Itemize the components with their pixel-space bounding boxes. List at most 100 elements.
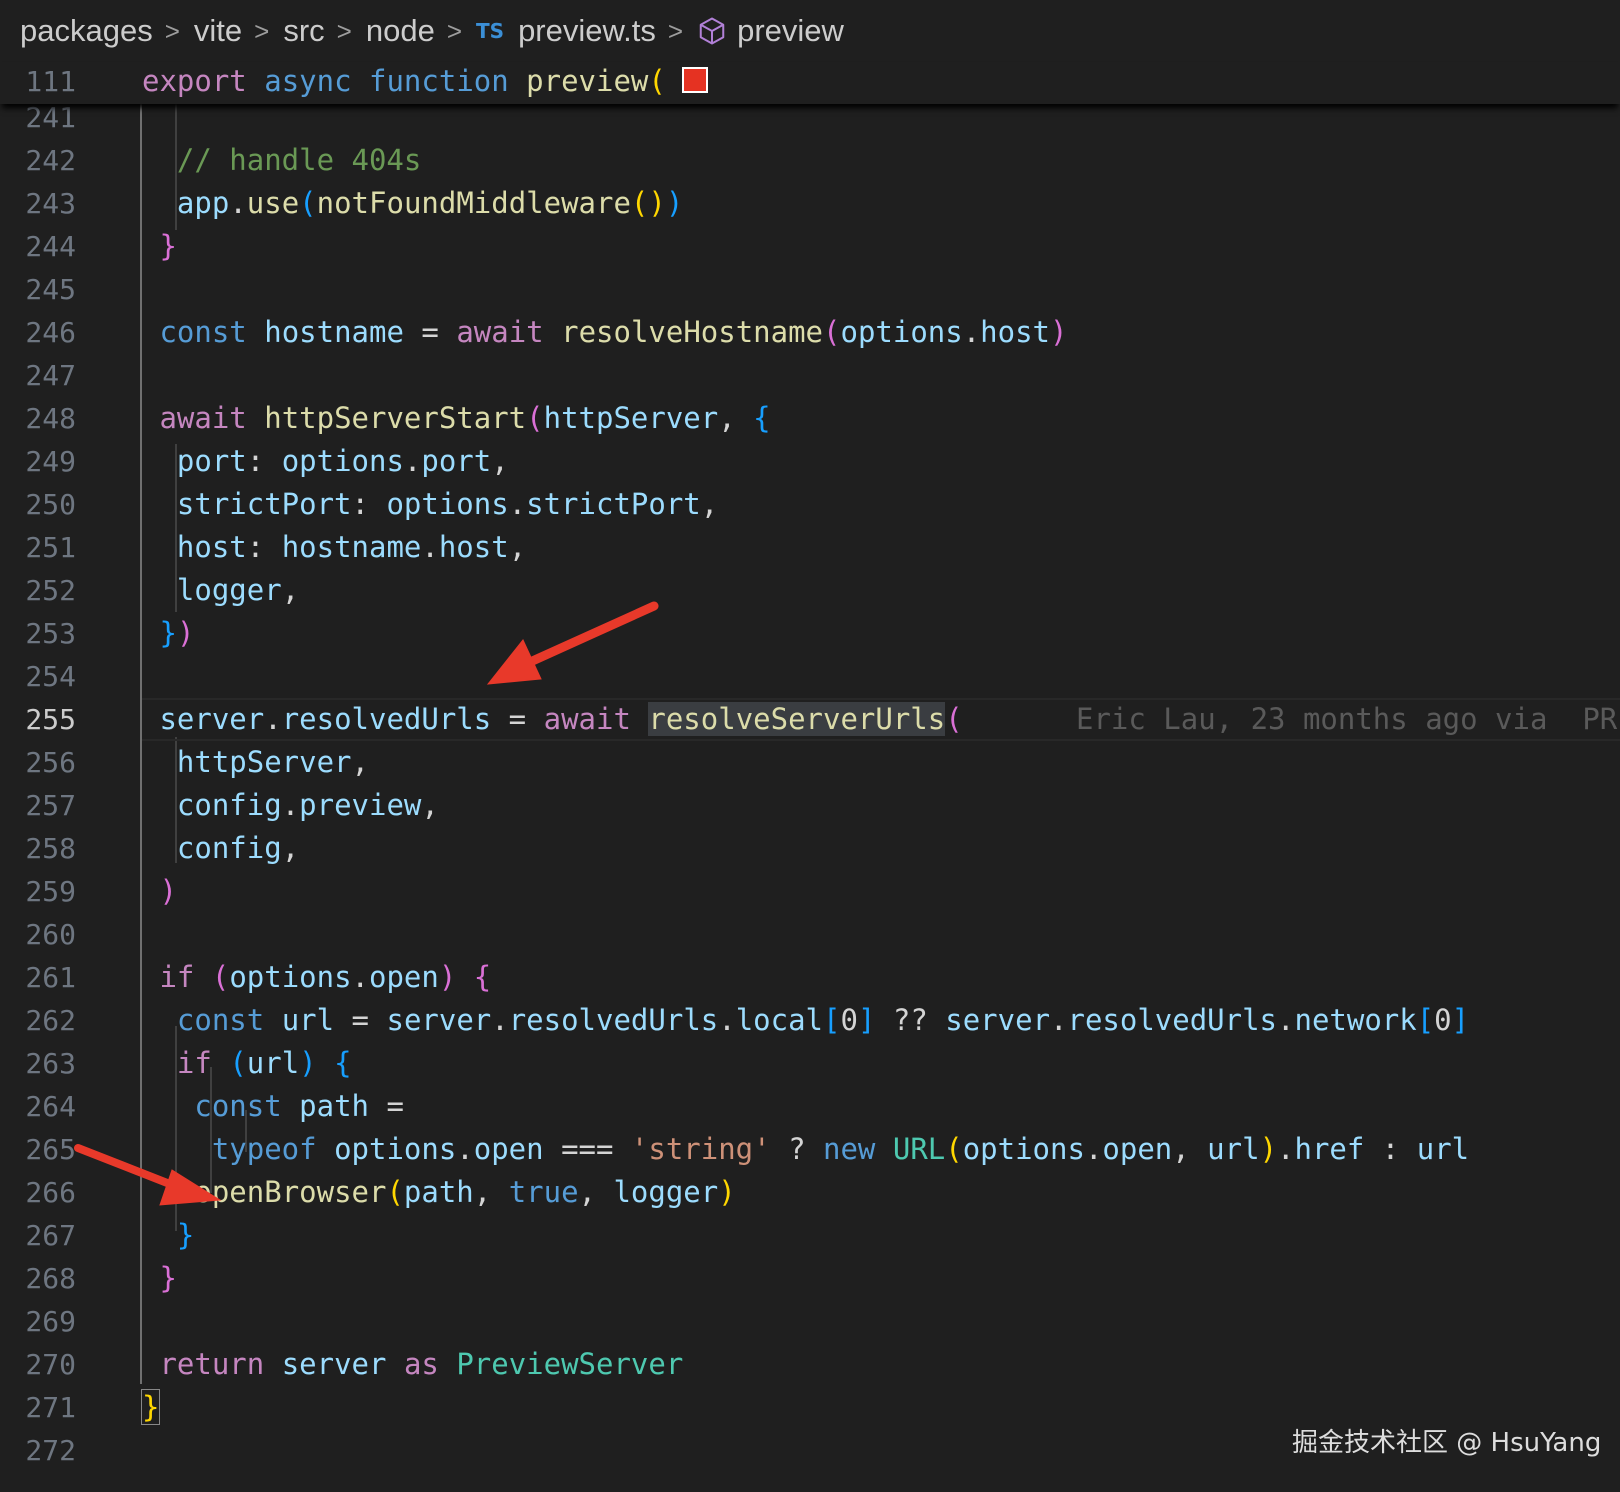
- line-number: 269: [25, 1305, 76, 1338]
- editor-line[interactable]: 251 host: hostname.host,: [0, 526, 1620, 569]
- editor-line[interactable]: 244 }: [0, 225, 1620, 268]
- editor-line[interactable]: 262 const url = server.resolvedUrls.loca…: [0, 999, 1620, 1042]
- editor-line[interactable]: 243 app.use(notFoundMiddleware()): [0, 182, 1620, 225]
- line-number: 246: [25, 316, 76, 349]
- line-number: 251: [25, 531, 76, 564]
- breadcrumb: packages > vite > src > node > TS previe…: [0, 0, 1620, 62]
- line-number: 242: [25, 144, 76, 177]
- code-line: logger,: [176, 573, 300, 607]
- line-number: 249: [25, 445, 76, 478]
- line-number: 257: [25, 789, 76, 822]
- breadcrumb-item-src[interactable]: src: [283, 13, 324, 49]
- editor-line[interactable]: 246 const hostname = await resolveHostna…: [0, 311, 1620, 354]
- editor-line[interactable]: 261 if (options.open) {: [0, 956, 1620, 999]
- line-number: 256: [25, 746, 76, 779]
- editor-line[interactable]: 249 port: options.port,: [0, 440, 1620, 483]
- editor-line[interactable]: 245: [0, 268, 1620, 311]
- editor-line[interactable]: 257 config.preview,: [0, 784, 1620, 827]
- code-line: }: [140, 1389, 161, 1425]
- line-number: 244: [25, 230, 76, 263]
- editor-line[interactable]: 247: [0, 354, 1620, 397]
- line-number: 254: [25, 660, 76, 693]
- code-token: async: [264, 64, 352, 98]
- code-line: server.resolvedUrls = await resolveServe…: [159, 702, 963, 736]
- code-line: typeof options.open === 'string' ? new U…: [211, 1132, 1470, 1166]
- line-number: 111: [25, 65, 76, 98]
- line-number: 261: [25, 961, 76, 994]
- breadcrumb-item-packages[interactable]: packages: [20, 13, 153, 49]
- code-line: strictPort: options.strictPort,: [176, 487, 719, 521]
- editor-line[interactable]: 248 await httpServerStart(httpServer, {: [0, 397, 1620, 440]
- code-line: }: [159, 229, 177, 263]
- line-number: 258: [25, 832, 76, 865]
- line-number: 270: [25, 1348, 76, 1381]
- code-line: app.use(notFoundMiddleware()): [176, 186, 684, 220]
- editor-line[interactable]: 260: [0, 913, 1620, 956]
- breadcrumb-item-file[interactable]: preview.ts: [518, 13, 656, 49]
- line-number: 247: [25, 359, 76, 392]
- editor-line[interactable]: 266 openBrowser(path, true, logger): [0, 1171, 1620, 1214]
- chevron-right-icon: >: [667, 15, 684, 46]
- code-line: config,: [176, 831, 300, 865]
- line-number: 267: [25, 1219, 76, 1252]
- symbol-method-icon: [699, 17, 725, 45]
- breadcrumb-item-node[interactable]: node: [366, 13, 435, 49]
- editor-line[interactable]: 258 config,: [0, 827, 1620, 870]
- line-number: 264: [25, 1090, 76, 1123]
- editor-line[interactable]: 256 httpServer,: [0, 741, 1620, 784]
- code-line: openBrowser(path, true, logger): [194, 1175, 736, 1209]
- code-line: config.preview,: [176, 788, 439, 822]
- code-line: }: [159, 1261, 177, 1295]
- breadcrumb-item-symbol[interactable]: preview: [737, 13, 844, 49]
- editor-line[interactable]: 253 }): [0, 612, 1620, 655]
- code-line: const url = server.resolvedUrls.local[0]…: [176, 1003, 1470, 1037]
- line-number: 259: [25, 875, 76, 908]
- code-line: }: [176, 1218, 195, 1252]
- chevron-right-icon: >: [446, 15, 463, 46]
- watermark: 掘金技术社区 @ HsuYang: [1292, 1428, 1602, 1458]
- chevron-right-icon: >: [336, 15, 352, 46]
- breadcrumb-item-vite[interactable]: vite: [194, 13, 242, 49]
- chevron-right-icon: >: [164, 15, 180, 46]
- code-line: }): [159, 616, 195, 650]
- chevron-right-icon: >: [254, 15, 270, 46]
- line-number: 262: [25, 1004, 76, 1037]
- editor-line[interactable]: 269: [0, 1300, 1620, 1343]
- code-token: function: [369, 64, 509, 98]
- editor-line[interactable]: 267 }: [0, 1214, 1620, 1257]
- code-token: preview: [526, 64, 649, 98]
- editor-line[interactable]: 242 // handle 404s: [0, 139, 1620, 182]
- code-line: await httpServerStart(httpServer, {: [159, 401, 771, 435]
- line-number: 253: [25, 617, 76, 650]
- editor-line[interactable]: 268 }: [0, 1257, 1620, 1300]
- code-line: const hostname = await resolveHostname(o…: [159, 315, 1068, 349]
- line-number: 248: [25, 402, 76, 435]
- line-number: 260: [25, 918, 76, 951]
- line-number: 245: [25, 273, 76, 306]
- editor-line[interactable]: 263 if (url) {: [0, 1042, 1620, 1085]
- code-line: host: hostname.host,: [176, 530, 527, 564]
- git-blame-annotation[interactable]: Eric Lau, 23 months ago via PR: [1076, 698, 1617, 741]
- editor-line[interactable]: 264 const path =: [0, 1085, 1620, 1128]
- editor-line[interactable]: 270 return server as PreviewServer: [0, 1343, 1620, 1386]
- editor-line[interactable]: 254: [0, 655, 1620, 698]
- code-line: const path =: [194, 1089, 404, 1123]
- code-line: return server as PreviewServer: [159, 1347, 684, 1381]
- editor-line[interactable]: 252 logger,: [0, 569, 1620, 612]
- editor-line[interactable]: 250 strictPort: options.strictPort,: [0, 483, 1620, 526]
- code-line: export async function preview(: [142, 60, 708, 103]
- code-line: // handle 404s: [176, 143, 422, 177]
- line-number: 272: [25, 1434, 76, 1467]
- code-line: if (options.open) {: [159, 960, 492, 994]
- editor-line[interactable]: 265 typeof options.open === 'string' ? n…: [0, 1128, 1620, 1171]
- line-number: 250: [25, 488, 76, 521]
- code-token: export: [142, 64, 247, 98]
- sticky-scroll-line[interactable]: 111 export async function preview(: [0, 62, 1620, 104]
- line-number: 268: [25, 1262, 76, 1295]
- color-decorator: [681, 67, 708, 93]
- editor-line-current[interactable]: 255 server.resolvedUrls = await resolveS…: [0, 698, 1620, 741]
- line-number: 252: [25, 574, 76, 607]
- typescript-icon: TS: [476, 19, 505, 43]
- editor-line[interactable]: 259 ): [0, 870, 1620, 913]
- line-number: 263: [25, 1047, 76, 1080]
